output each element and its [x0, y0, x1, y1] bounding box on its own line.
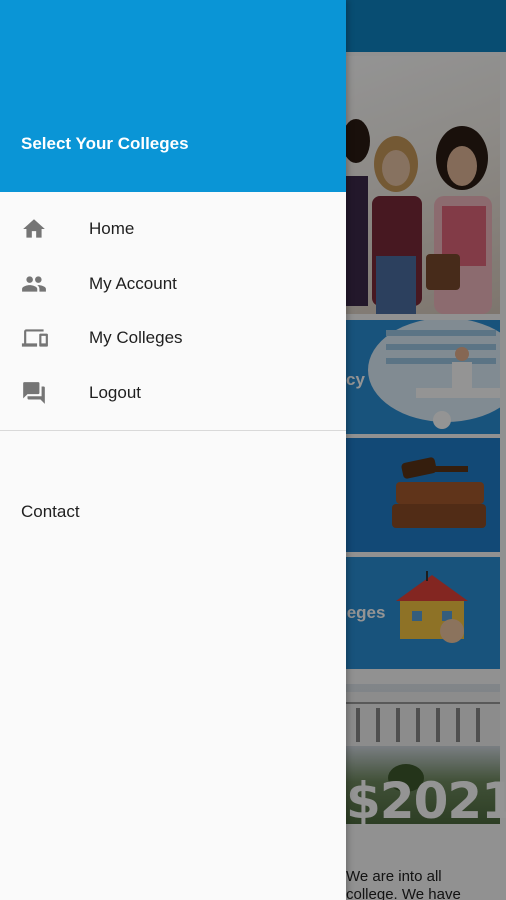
menu-label-logout: Logout [89, 382, 141, 402]
menu-label-my-account: My Account [89, 273, 177, 293]
drawer-menu: Home My Account My Colleges Logout [0, 192, 346, 420]
menu-item-my-colleges[interactable]: My Colleges [0, 311, 346, 366]
menu-label-my-colleges: My Colleges [89, 328, 183, 348]
drawer-header: Select Your Colleges [0, 0, 346, 192]
people-icon [0, 271, 89, 297]
contact-link[interactable]: Contact [21, 502, 80, 522]
home-icon [0, 216, 89, 242]
menu-item-my-account[interactable]: My Account [0, 257, 346, 312]
menu-label-home: Home [89, 219, 135, 239]
menu-item-logout[interactable]: Logout [0, 366, 346, 421]
chat-icon [0, 380, 89, 406]
menu-item-home[interactable]: Home [0, 202, 346, 257]
navigation-drawer: Select Your Colleges Home My Account My … [0, 0, 346, 900]
menu-divider [0, 430, 346, 431]
drawer-title: Select Your Colleges [21, 134, 189, 153]
devices-icon [0, 325, 89, 351]
